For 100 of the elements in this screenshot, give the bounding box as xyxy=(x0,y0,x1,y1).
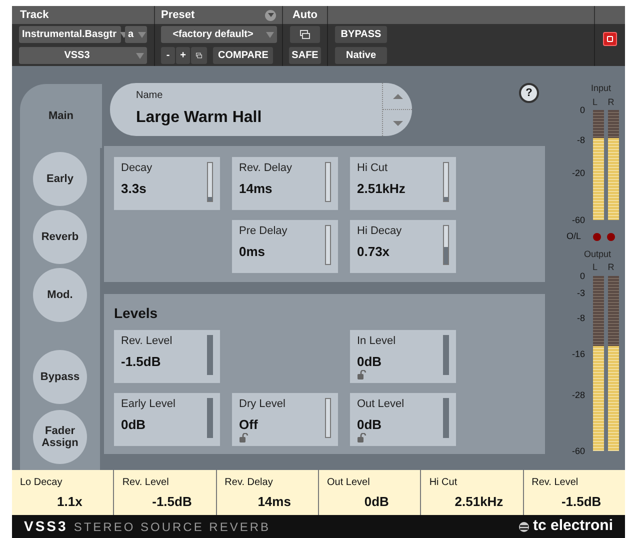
fader-slot[interactable]: Rev. Level -1.5dB xyxy=(524,470,625,515)
fader-label: Out Level xyxy=(326,476,371,490)
overload-label: O/L xyxy=(566,230,581,243)
auto-label: Auto xyxy=(292,8,318,23)
parameter-label: In Level xyxy=(357,335,396,348)
field-label: Name xyxy=(136,89,164,103)
parameter-tile[interactable]: In Level 0dB xyxy=(350,330,456,383)
fader-label: Rev. Delay xyxy=(224,476,274,490)
fader-value: -1.5dB xyxy=(151,493,193,511)
scale-label: -60 xyxy=(572,215,585,225)
slider[interactable] xyxy=(207,398,213,438)
scale-label: 0 xyxy=(580,105,585,115)
channel-dropdown[interactable]: a xyxy=(125,26,147,43)
scale-label: -60 xyxy=(572,446,585,456)
parameter-value: 2.51kHz xyxy=(357,181,406,196)
preset-label: Preset xyxy=(161,8,195,23)
fader-value: 14ms xyxy=(256,493,292,511)
caret-icon xyxy=(266,32,274,38)
scale-label: -28 xyxy=(572,390,585,400)
preset-name-field[interactable]: Name Large Warm Hall xyxy=(110,83,412,136)
power-button[interactable] xyxy=(603,32,617,46)
side-button[interactable]: Bypass xyxy=(33,350,87,404)
fader-label: Hi Cut xyxy=(429,476,458,490)
fader-label: Lo Decay xyxy=(20,476,64,490)
parameter-tile[interactable]: Rev. Level -1.5dB xyxy=(114,330,220,383)
parameter-value: 0dB xyxy=(121,417,147,432)
meter-label: Output xyxy=(584,248,611,261)
section-tab[interactable]: Early xyxy=(33,152,87,206)
parameter-tile[interactable]: Hi Decay 0.73x xyxy=(350,220,456,273)
slider[interactable] xyxy=(443,335,449,375)
safe-button[interactable]: SAFE xyxy=(289,47,321,64)
channel-label: L xyxy=(591,261,598,274)
section-tab[interactable]: Mod. xyxy=(33,268,87,322)
parameter-value: 3.3s xyxy=(121,181,148,196)
parameter-tile[interactable]: Decay 3.3s xyxy=(114,157,220,210)
scale-label: -8 xyxy=(576,134,585,145)
parameter-label: Early Level xyxy=(121,398,176,411)
parameter-label: Out Level xyxy=(357,398,404,411)
automation-button[interactable] xyxy=(290,26,320,43)
parameter-tile[interactable]: Rev. Delay 14ms xyxy=(232,157,338,210)
scale-label: -8 xyxy=(576,312,585,322)
panel-title: Levels xyxy=(114,304,159,323)
parameter-label: Hi Decay xyxy=(357,225,402,238)
main-tab[interactable]: Main xyxy=(20,84,102,148)
scale-label: -3 xyxy=(576,288,585,298)
preset-name: Large Warm Hall xyxy=(136,108,263,128)
fader-value: 2.51kHz xyxy=(454,493,504,511)
up-arrow-icon xyxy=(392,94,402,98)
side-button[interactable]: Fader Assign xyxy=(33,410,87,464)
overload-led xyxy=(593,232,601,241)
track-label: Track xyxy=(20,8,49,23)
section-tab[interactable]: Reverb xyxy=(33,210,87,264)
caret-icon xyxy=(136,52,144,58)
parameter-tile[interactable]: Early Level 0dB xyxy=(114,393,220,446)
brand-name: tc electroni xyxy=(532,516,613,536)
copy-button[interactable] xyxy=(191,47,207,64)
parameter-value: 0ms xyxy=(239,244,266,259)
slider[interactable] xyxy=(443,398,449,438)
slider-track[interactable] xyxy=(443,225,449,265)
product-name: VSS3 xyxy=(24,517,68,536)
parameter-label: Dry Level xyxy=(239,398,286,411)
scale-label: 0 xyxy=(580,270,585,280)
previous-preset-button[interactable]: - xyxy=(161,47,175,64)
bypass-button[interactable]: BYPASS xyxy=(335,26,387,43)
slider-track[interactable] xyxy=(443,162,449,202)
parameter-tile[interactable]: Hi Cut 2.51kHz xyxy=(350,157,456,210)
next-preset-button[interactable]: + xyxy=(176,47,190,64)
parameter-value: 14ms xyxy=(239,181,274,196)
parameter-tile[interactable]: Pre Delay 0ms xyxy=(232,220,338,273)
fader-label: Rev. Level xyxy=(532,476,580,490)
help-button[interactable]: ? xyxy=(519,83,539,103)
parameter-tile[interactable]: Out Level 0dB xyxy=(350,393,456,446)
parameter-value: Off xyxy=(239,417,259,432)
slider-track[interactable] xyxy=(325,225,331,265)
meter-label: Input xyxy=(590,82,611,95)
slider-track[interactable] xyxy=(207,162,213,202)
fader-value: -1.5dB xyxy=(560,493,602,511)
native-button[interactable]: Native xyxy=(335,47,387,64)
channel-label: R xyxy=(606,96,616,108)
parameter-label: Rev. Level xyxy=(121,335,172,348)
slider-track[interactable] xyxy=(325,162,331,202)
fader-value: 0dB xyxy=(363,493,390,511)
product-subtitle: STEREO SOURCE REVERB xyxy=(74,518,271,536)
parameter-label: Pre Delay xyxy=(239,225,288,238)
overload-led xyxy=(607,232,615,241)
preset-menu-button[interactable] xyxy=(265,10,276,20)
parameter-value: 0dB xyxy=(357,354,383,369)
slider[interactable] xyxy=(207,335,213,375)
scale-label: -20 xyxy=(572,168,585,178)
parameter-label: Hi Cut xyxy=(357,162,389,175)
fader-label: Rev. Level xyxy=(122,476,170,490)
preset-dropdown[interactable]: <factory default> xyxy=(161,26,277,43)
slider-track[interactable] xyxy=(325,398,331,438)
copy-icon xyxy=(196,51,202,60)
parameter-tile[interactable]: Dry Level Off xyxy=(232,393,338,446)
scale-label: -16 xyxy=(572,349,585,360)
plugin-dropdown[interactable]: VSS3 xyxy=(19,47,147,64)
swirl-logo-icon xyxy=(518,520,530,532)
compare-button[interactable]: COMPARE xyxy=(213,47,274,64)
parameter-value: -1.5dB xyxy=(121,354,162,369)
